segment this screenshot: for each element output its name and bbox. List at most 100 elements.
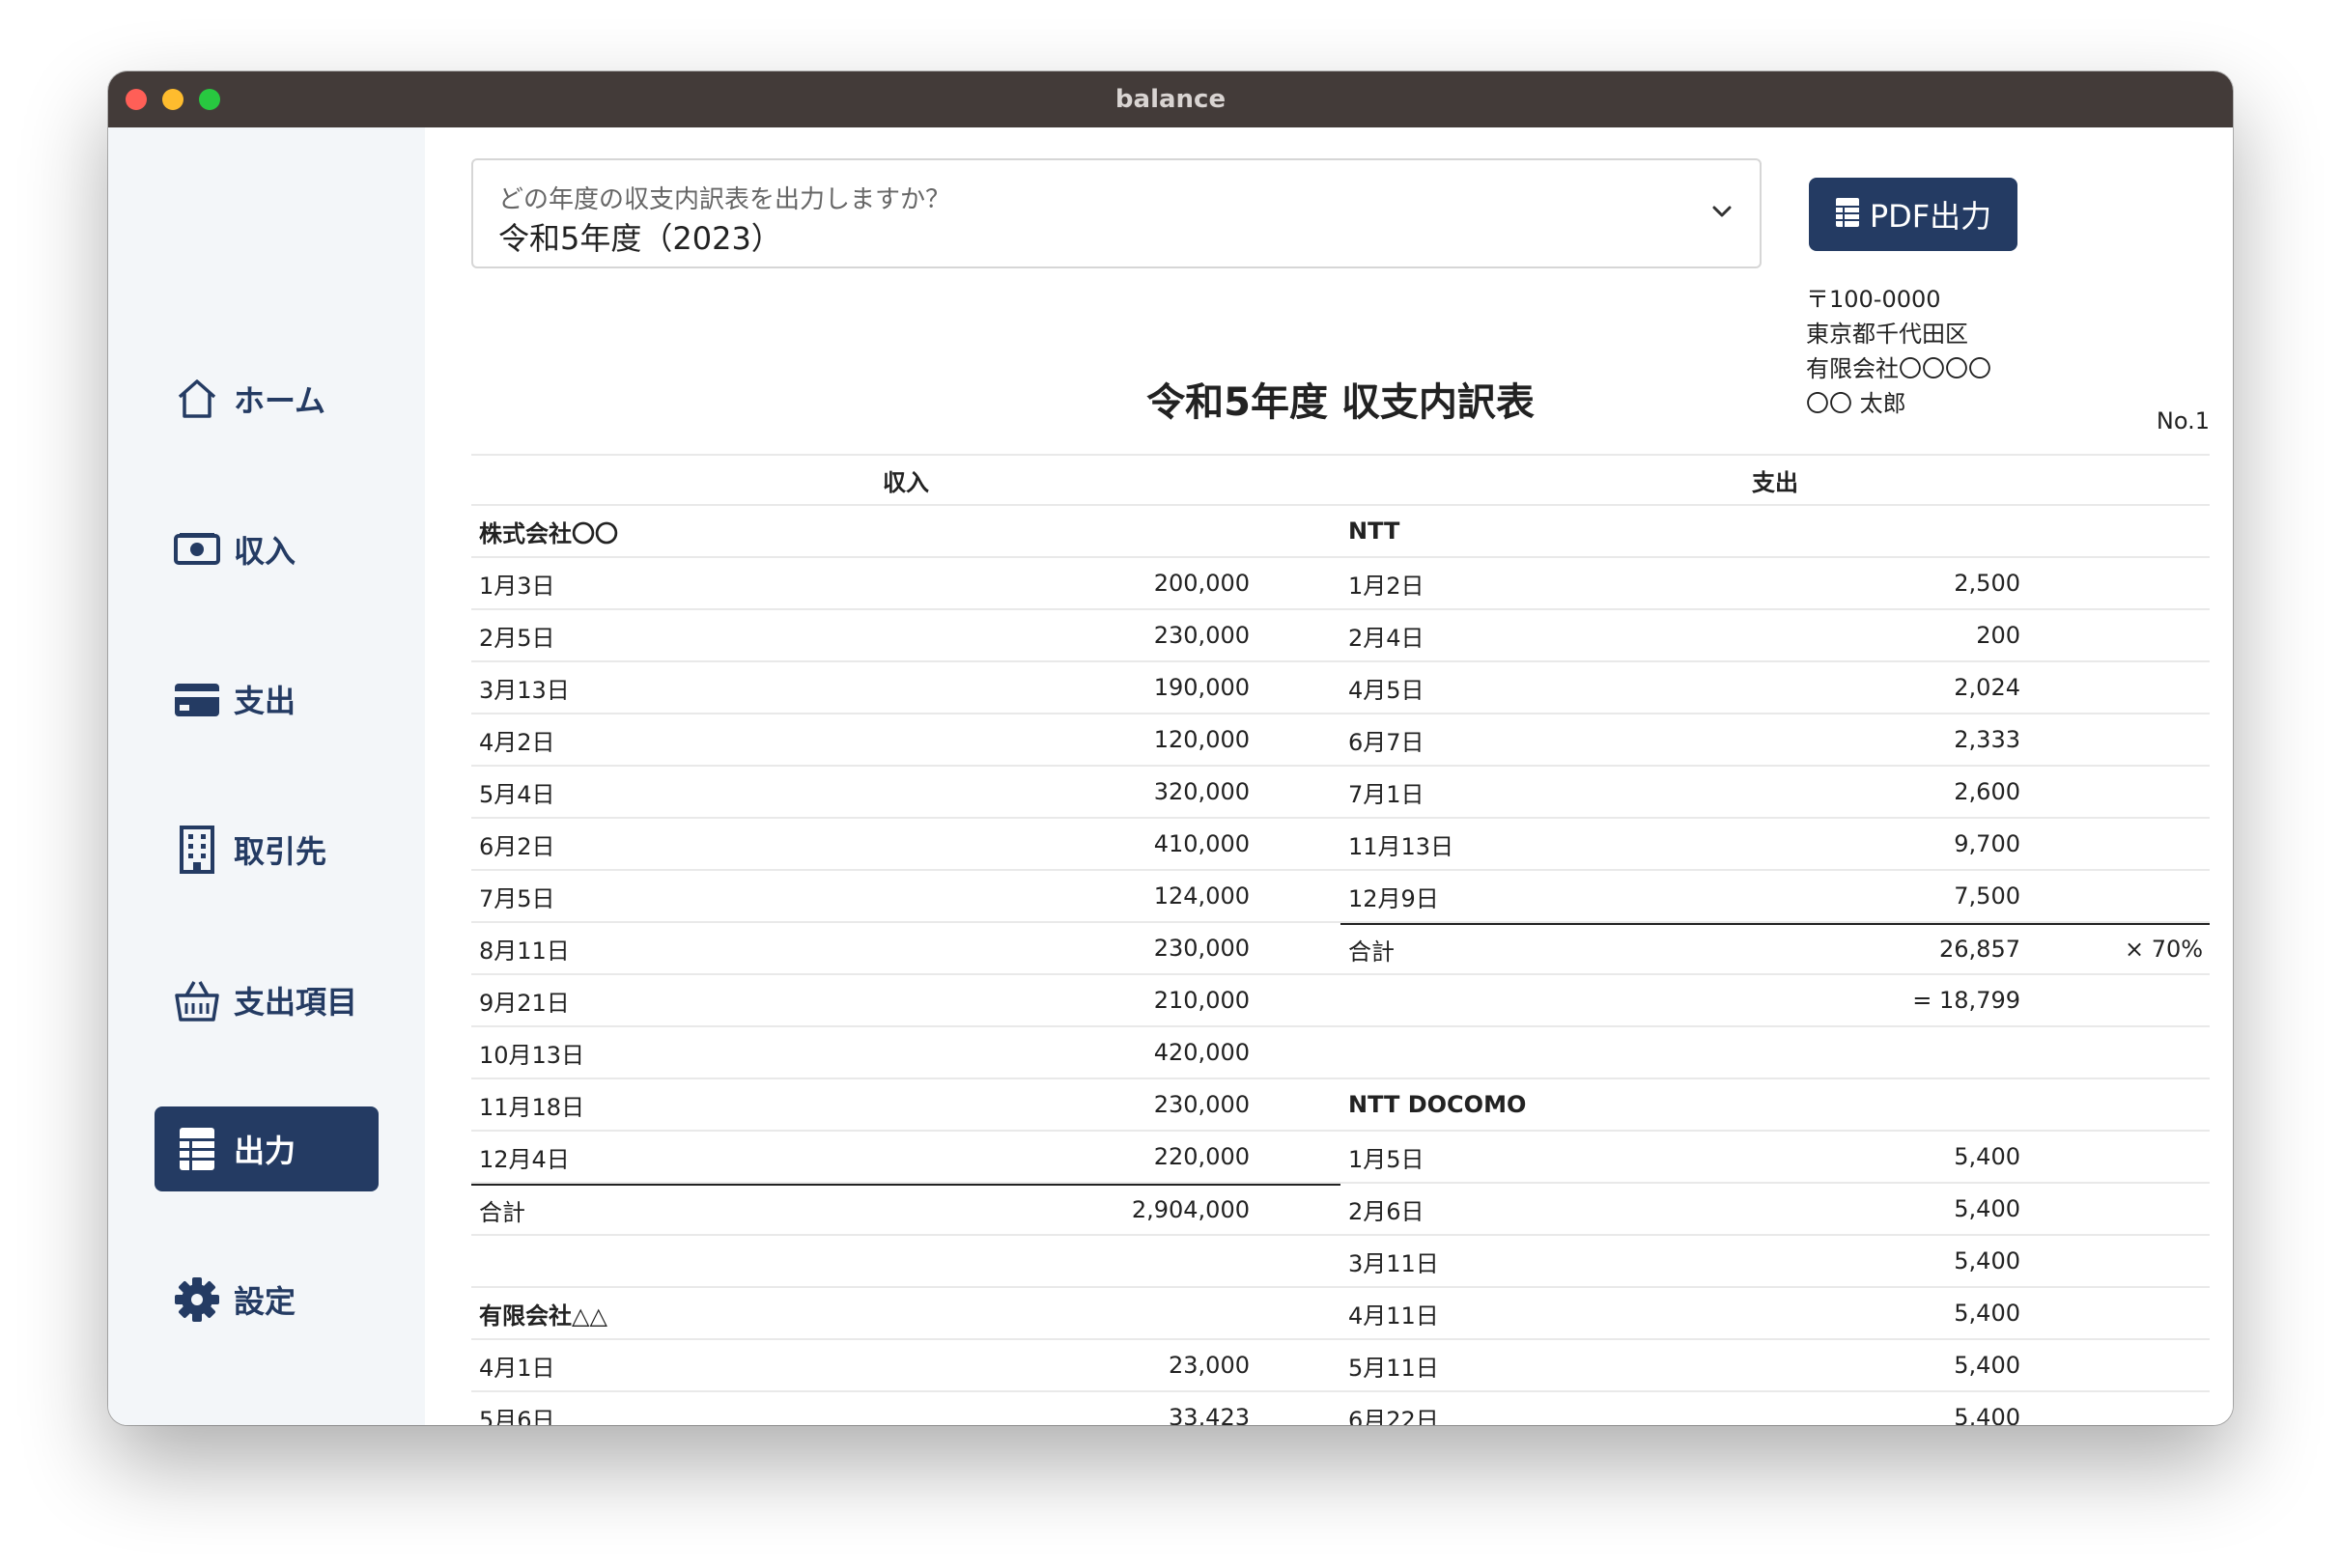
card-icon: [172, 674, 222, 724]
income-amount: 124,000: [1153, 882, 1250, 910]
income-cell: [471, 1236, 1340, 1286]
cash-icon: [172, 524, 222, 574]
sidebar-item-home[interactable]: ホーム: [155, 356, 379, 441]
expense-label: 11月13日: [1348, 832, 1454, 860]
expense-amount: 2,333: [1954, 726, 2020, 753]
pdf-export-button[interactable]: PDF出力: [1809, 178, 2017, 251]
income-cell: 7月5日 124,000: [471, 871, 1340, 921]
expense-cell: 2月6日 5,400: [1340, 1184, 2210, 1234]
building-icon: [172, 825, 222, 875]
sidebar-item-income[interactable]: 収入: [155, 507, 379, 592]
income-label: 1月3日: [479, 572, 555, 600]
income-cell: 1月3日 200,000: [471, 558, 1340, 608]
expense-cell: NTT DOCOMO: [1340, 1079, 2210, 1130]
expense-amount: 26,857: [1939, 936, 2020, 963]
expense-cell: 1月2日 2,500: [1340, 558, 2210, 608]
window-controls: [126, 89, 220, 110]
expense-amount: 7,500: [1954, 882, 2020, 910]
expense-column-header: 支出: [1752, 468, 1798, 496]
main-content: どの年度の収支内訳表を出力しますか？ 令和5年度（2023） PDF出力 〒10…: [425, 127, 2233, 1425]
expense-cell: 7月1日 2,600: [1340, 767, 2210, 817]
table-row: 1月3日 200,000 1月2日 2,500: [471, 558, 2210, 610]
table-row: 有限会社△△ 4月11日 5,400: [471, 1288, 2210, 1340]
income-amount: 210,000: [1153, 987, 1250, 1014]
sidebar-item-label: ホーム: [234, 382, 326, 419]
income-amount: 420,000: [1153, 1039, 1250, 1066]
income-label: 9月21日: [479, 989, 570, 1017]
income-amount: 2,904,000: [1131, 1196, 1250, 1223]
table-row: 6月2日 410,000 11月13日 9,700: [471, 819, 2210, 871]
table-row: 10月13日 420,000: [471, 1027, 2210, 1079]
expense-amount: 5,400: [1954, 1300, 2020, 1327]
income-cell: 3月13日 190,000: [471, 662, 1340, 713]
income-column-header: 収入: [883, 468, 929, 496]
expense-cell: 1月5日 5,400: [1340, 1132, 2210, 1182]
sidebar-item-output[interactable]: 出力: [155, 1106, 379, 1191]
sidebar-item-label: 支出項目: [234, 984, 358, 1021]
sidebar-item-clients[interactable]: 取引先: [155, 807, 379, 892]
expense-cell: 合計 26,857 × 70%: [1340, 923, 2210, 973]
expense-cell: NTT: [1340, 506, 2210, 556]
expense-cell: 4月5日 2,024: [1340, 662, 2210, 713]
income-expense-table: 収入 支出 株式会社〇〇 NTT 1月3日 200,000 1月2日 2,500 2月5日 2…: [471, 454, 2210, 1425]
income-cell: 11月18日 230,000: [471, 1079, 1340, 1130]
sidebar-item-label: 設定: [234, 1283, 296, 1320]
year-select[interactable]: どの年度の収支内訳表を出力しますか？ 令和5年度（2023）: [471, 158, 1762, 268]
expense-amount: 2,600: [1954, 778, 2020, 805]
income-label: 7月5日: [479, 884, 555, 912]
table-row: 5月6日 33,423 6月22日 5,400: [471, 1392, 2210, 1425]
table-row: 11月18日 230,000 NTT DOCOMO: [471, 1079, 2210, 1132]
year-select-label: どの年度の収支内訳表を出力しますか？: [498, 185, 951, 214]
sidebar-item-expense-categories[interactable]: 支出項目: [155, 958, 379, 1043]
chevron-down-icon: [1709, 199, 1735, 228]
expense-cell: 6月7日 2,333: [1340, 714, 2210, 765]
expense-amount: = 18,799: [1912, 987, 2020, 1014]
income-amount: 200,000: [1153, 570, 1250, 597]
expense-amount: 5,400: [1954, 1247, 2020, 1274]
expense-label: 4月5日: [1348, 676, 1424, 704]
income-cell: 8月11日 230,000: [471, 923, 1340, 973]
income-label: 5月4日: [479, 780, 555, 808]
minimize-window-button[interactable]: [162, 89, 183, 110]
income-label: 有限会社△△: [479, 1302, 607, 1330]
expense-cell: 11月13日 9,700: [1340, 819, 2210, 869]
expense-amount: 200: [1976, 622, 2020, 649]
report-title: 令和5年度 収支内訳表: [1146, 380, 1535, 425]
sidebar-item-expense[interactable]: 支出: [155, 657, 379, 742]
income-cell: 4月1日 23,000: [471, 1340, 1340, 1390]
expense-cell: = 18,799: [1340, 975, 2210, 1025]
income-label: 12月4日: [479, 1145, 570, 1173]
table-row: 3月13日 190,000 4月5日 2,024: [471, 662, 2210, 714]
expense-label: 6月22日: [1348, 1406, 1439, 1426]
close-window-button[interactable]: [126, 89, 147, 110]
document-icon: [172, 1124, 222, 1174]
expense-label: 1月5日: [1348, 1145, 1424, 1173]
income-amount: 410,000: [1153, 830, 1250, 857]
income-amount: 230,000: [1153, 1091, 1250, 1118]
income-cell: 10月13日 420,000: [471, 1027, 1340, 1078]
income-amount: 120,000: [1153, 726, 1250, 753]
sidebar-item-settings[interactable]: 設定: [155, 1257, 379, 1342]
expense-label: 2月6日: [1348, 1197, 1424, 1225]
maximize-window-button[interactable]: [199, 89, 220, 110]
page-number: No.1: [2156, 407, 2210, 434]
income-cell: 12月4日 220,000: [471, 1132, 1340, 1182]
table-header-row: 収入 支出: [471, 454, 2210, 506]
income-label: 合計: [479, 1198, 525, 1226]
income-label: 11月18日: [479, 1093, 585, 1121]
pdf-export-label: PDF出力: [1869, 198, 1992, 235]
income-label: 5月6日: [479, 1406, 555, 1426]
table-row: 合計 2,904,000 2月6日 5,400: [471, 1184, 2210, 1236]
expense-label: 4月11日: [1348, 1302, 1439, 1330]
table-row: 株式会社〇〇 NTT: [471, 506, 2210, 558]
sidebar-item-label: 支出: [234, 683, 296, 719]
expense-label: 12月9日: [1348, 884, 1439, 912]
expense-cell: 2月4日 200: [1340, 610, 2210, 660]
income-label: 4月2日: [479, 728, 555, 756]
expense-amount: 2,500: [1954, 570, 2020, 597]
income-cell: 9月21日 210,000: [471, 975, 1340, 1025]
sidebar: ホーム 収入 支出 取引先 支出項目 出力 設定: [108, 127, 425, 1425]
gear-icon: [172, 1274, 222, 1325]
income-amount: 33,423: [1169, 1404, 1250, 1425]
table-row: 4月2日 120,000 6月7日 2,333: [471, 714, 2210, 767]
